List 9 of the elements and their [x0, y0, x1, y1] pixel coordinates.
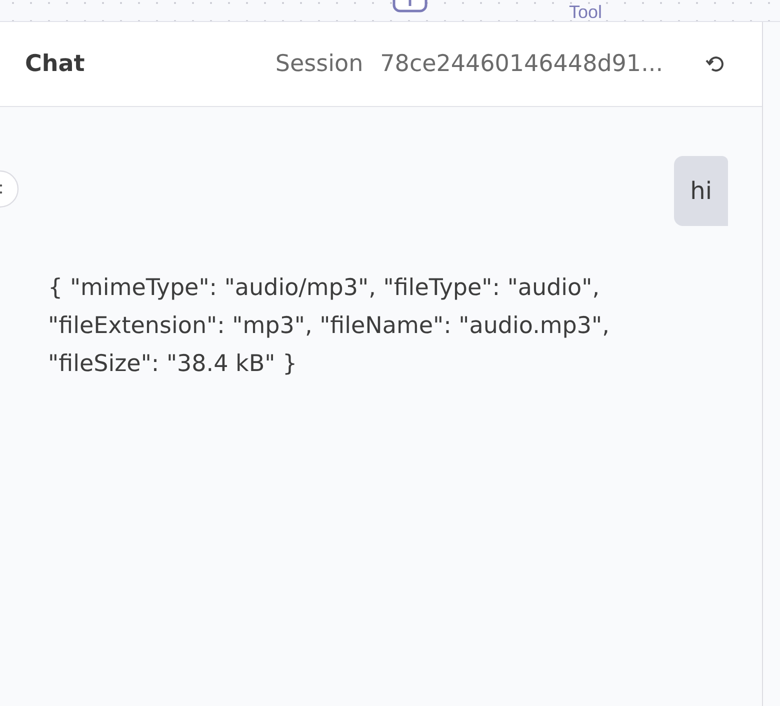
collapse-handle-icon[interactable] — [0, 170, 19, 208]
chat-title: Chat — [25, 51, 85, 77]
session-id: 78ce24460146448d91... — [380, 51, 663, 77]
user-message: hi — [674, 156, 728, 226]
assistant-message: { "mimeType": "audio/mp3", "fileType": "audio", "fileExtension": "mp3", "fileName": "audio.mp3", "fileSize": "38.4 kB" } — [48, 274, 610, 379]
node-icon[interactable] — [392, 0, 428, 13]
session-label: Session — [275, 51, 364, 77]
restart-icon — [705, 54, 725, 74]
node-label: Tool — [569, 3, 602, 21]
